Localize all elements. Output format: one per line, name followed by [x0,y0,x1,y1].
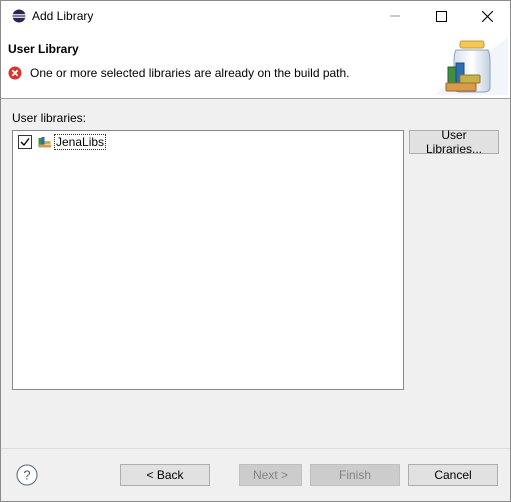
maximize-button[interactable] [418,1,464,31]
svg-text:?: ? [23,468,30,483]
next-button[interactable]: Next > [239,464,302,486]
checkmark-icon [20,138,30,147]
list-item[interactable]: JenaLibs [18,134,107,150]
library-list[interactable]: JenaLibs [12,130,404,390]
help-icon[interactable]: ? [16,464,38,486]
back-button[interactable]: < Back [120,464,210,486]
eclipse-icon [12,9,26,23]
footer-divider [1,448,510,449]
page-title: User Library [8,42,79,56]
finish-button[interactable]: Finish [310,464,400,486]
library-icon [38,137,51,148]
library-checkbox[interactable] [18,135,32,149]
minimize-button[interactable] [372,1,418,31]
error-icon [8,66,22,80]
maximize-icon [435,10,447,22]
library-name: JenaLibs [54,134,107,150]
close-icon [481,10,493,22]
add-library-dialog: Add Library User Library One or more sel… [0,0,511,502]
minimize-icon [390,15,400,17]
cancel-button[interactable]: Cancel [408,464,498,486]
user-libraries-button[interactable]: User Libraries... [409,128,499,156]
error-message: One or more selected libraries are alrea… [30,66,350,80]
wizard-header: User Library One or more selected librar… [1,31,510,99]
user-libraries-label: User libraries: [12,111,87,125]
title-bar: Add Library [1,1,510,31]
window-title: Add Library [32,9,94,23]
close-button[interactable] [464,1,510,31]
library-jar-icon [434,37,508,95]
